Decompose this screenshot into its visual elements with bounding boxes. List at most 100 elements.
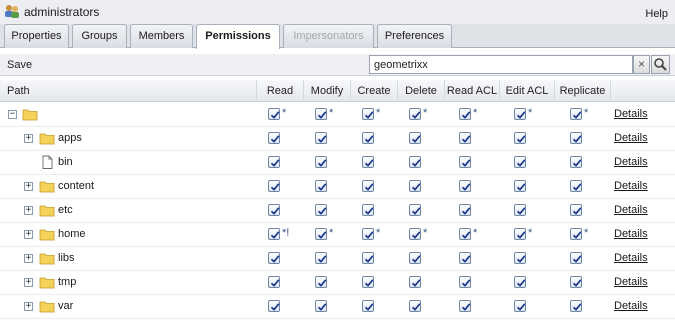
- permission-checkbox-edit-acl[interactable]: [514, 276, 526, 288]
- collapse-icon[interactable]: −: [8, 110, 17, 119]
- search-button[interactable]: [651, 55, 670, 74]
- permission-checkbox-read-acl[interactable]: [459, 132, 471, 144]
- details-link[interactable]: Details: [614, 132, 648, 144]
- tab-groups[interactable]: Groups: [72, 24, 127, 48]
- table-row[interactable]: + tmp Details: [0, 271, 675, 295]
- permission-checkbox-delete[interactable]: [409, 132, 421, 144]
- permission-checkbox-edit-acl[interactable]: [514, 300, 526, 312]
- tab-preferences[interactable]: Preferences: [377, 24, 452, 48]
- permission-checkbox-modify[interactable]: [315, 252, 327, 264]
- table-row[interactable]: bin Details: [0, 151, 675, 175]
- node-label[interactable]: libs: [58, 252, 75, 264]
- permission-checkbox-read-acl[interactable]: [459, 204, 471, 216]
- details-link[interactable]: Details: [614, 228, 648, 240]
- permission-checkbox-replicate[interactable]: [570, 132, 582, 144]
- permission-checkbox-create[interactable]: [362, 228, 374, 240]
- table-row[interactable]: + content Details: [0, 175, 675, 199]
- permission-checkbox-read-acl[interactable]: [459, 180, 471, 192]
- permission-checkbox-create[interactable]: [362, 300, 374, 312]
- table-row[interactable]: + libs Details: [0, 247, 675, 271]
- permission-checkbox-delete[interactable]: [409, 204, 421, 216]
- permission-checkbox-read-acl[interactable]: [459, 228, 471, 240]
- permission-checkbox-replicate[interactable]: [570, 108, 582, 120]
- column-header-modify[interactable]: Modify: [303, 80, 350, 102]
- permission-checkbox-delete[interactable]: [409, 180, 421, 192]
- table-row[interactable]: + var Details: [0, 295, 675, 319]
- permission-checkbox-modify[interactable]: [315, 276, 327, 288]
- permission-checkbox-read[interactable]: [268, 300, 280, 312]
- permission-checkbox-create[interactable]: [362, 180, 374, 192]
- permission-checkbox-create[interactable]: [362, 204, 374, 216]
- permission-checkbox-read[interactable]: [268, 156, 280, 168]
- permission-checkbox-modify[interactable]: [315, 228, 327, 240]
- expand-icon[interactable]: +: [24, 182, 33, 191]
- table-row[interactable]: + apps Details: [0, 127, 675, 151]
- tab-permissions[interactable]: Permissions: [196, 24, 280, 49]
- table-row[interactable]: + etc Details: [0, 199, 675, 223]
- permission-checkbox-edit-acl[interactable]: [514, 228, 526, 240]
- node-label[interactable]: etc: [58, 204, 73, 216]
- expand-icon[interactable]: +: [24, 278, 33, 287]
- permission-checkbox-read[interactable]: [268, 252, 280, 264]
- permission-checkbox-edit-acl[interactable]: [514, 108, 526, 120]
- expand-icon[interactable]: +: [24, 302, 33, 311]
- permission-checkbox-delete[interactable]: [409, 228, 421, 240]
- permission-checkbox-replicate[interactable]: [570, 228, 582, 240]
- column-header-read-acl[interactable]: Read ACL: [444, 80, 499, 102]
- permission-checkbox-delete[interactable]: [409, 252, 421, 264]
- permission-checkbox-replicate[interactable]: [570, 300, 582, 312]
- permission-checkbox-create[interactable]: [362, 156, 374, 168]
- permission-checkbox-modify[interactable]: [315, 300, 327, 312]
- permission-checkbox-modify[interactable]: [315, 180, 327, 192]
- permission-checkbox-edit-acl[interactable]: [514, 252, 526, 264]
- permission-checkbox-read[interactable]: [268, 228, 280, 240]
- permission-checkbox-replicate[interactable]: [570, 156, 582, 168]
- permission-checkbox-read-acl[interactable]: [459, 300, 471, 312]
- clear-search-button[interactable]: ×: [633, 55, 650, 74]
- permission-checkbox-edit-acl[interactable]: [514, 132, 526, 144]
- permission-checkbox-edit-acl[interactable]: [514, 204, 526, 216]
- permission-checkbox-read-acl[interactable]: [459, 276, 471, 288]
- help-link[interactable]: Help: [645, 8, 668, 20]
- permission-checkbox-read-acl[interactable]: [459, 108, 471, 120]
- expand-icon[interactable]: +: [24, 134, 33, 143]
- permission-checkbox-read[interactable]: [268, 108, 280, 120]
- table-row[interactable]: − * * * * * * * Details: [0, 103, 675, 127]
- permission-checkbox-read[interactable]: [268, 204, 280, 216]
- permission-checkbox-create[interactable]: [362, 252, 374, 264]
- column-header-path[interactable]: Path: [0, 80, 256, 102]
- permission-checkbox-modify[interactable]: [315, 204, 327, 216]
- permission-checkbox-modify[interactable]: [315, 132, 327, 144]
- permission-checkbox-replicate[interactable]: [570, 204, 582, 216]
- permission-checkbox-delete[interactable]: [409, 300, 421, 312]
- permission-checkbox-read[interactable]: [268, 276, 280, 288]
- permission-checkbox-replicate[interactable]: [570, 180, 582, 192]
- details-link[interactable]: Details: [614, 276, 648, 288]
- expand-icon[interactable]: +: [24, 206, 33, 215]
- permission-checkbox-delete[interactable]: [409, 276, 421, 288]
- tab-members[interactable]: Members: [130, 24, 193, 48]
- details-link[interactable]: Details: [614, 180, 648, 192]
- details-link[interactable]: Details: [614, 108, 648, 120]
- expand-icon[interactable]: +: [24, 230, 33, 239]
- column-header-delete[interactable]: Delete: [397, 80, 444, 102]
- permission-checkbox-delete[interactable]: [409, 108, 421, 120]
- details-link[interactable]: Details: [614, 156, 648, 168]
- permission-checkbox-edit-acl[interactable]: [514, 156, 526, 168]
- node-label[interactable]: content: [58, 180, 94, 192]
- expand-icon[interactable]: +: [24, 254, 33, 263]
- permission-checkbox-read-acl[interactable]: [459, 252, 471, 264]
- permission-checkbox-create[interactable]: [362, 276, 374, 288]
- column-header-create[interactable]: Create: [350, 80, 397, 102]
- permission-checkbox-replicate[interactable]: [570, 276, 582, 288]
- details-link[interactable]: Details: [614, 252, 648, 264]
- details-link[interactable]: Details: [614, 300, 648, 312]
- permission-checkbox-modify[interactable]: [315, 156, 327, 168]
- column-header-edit-acl[interactable]: Edit ACL: [499, 80, 554, 102]
- permission-checkbox-replicate[interactable]: [570, 252, 582, 264]
- table-row[interactable]: + home *! * * * * * * Details: [0, 223, 675, 247]
- permission-checkbox-read[interactable]: [268, 132, 280, 144]
- tab-properties[interactable]: Properties: [4, 24, 69, 48]
- permission-checkbox-read[interactable]: [268, 180, 280, 192]
- permission-checkbox-create[interactable]: [362, 108, 374, 120]
